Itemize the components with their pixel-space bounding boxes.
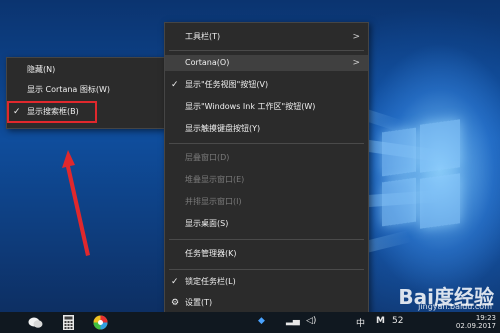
paint-app-icon[interactable] — [93, 315, 108, 330]
menu-item-cortana[interactable]: Cortana(O) > — [165, 55, 368, 71]
taskbar-clock[interactable]: 19:23 02.09.2017 — [456, 314, 496, 330]
input-method-indicator[interactable]: 中 — [356, 316, 365, 329]
gear-icon: ⚙ — [171, 298, 180, 308]
menu-item-label: 工具栏(T) — [185, 32, 221, 41]
menu-item-settings[interactable]: ⚙ 设置(T) — [165, 295, 368, 311]
calculator-icon[interactable] — [61, 315, 76, 330]
tray-m-icon[interactable]: M — [376, 316, 385, 326]
taskbar-context-menu: 工具栏(T) > Cortana(O) > ✓ 显示"任务视图"按钮(V) 显示… — [164, 22, 369, 315]
notification-count[interactable]: 52 — [392, 316, 403, 326]
menu-item-task-manager[interactable]: 任务管理器(K) — [165, 246, 368, 262]
menu-separator — [169, 143, 364, 144]
menu-item-label: 锁定任务栏(L) — [185, 277, 236, 286]
menu-item-label: Cortana(O) — [185, 58, 230, 67]
menu-item-label: 显示桌面(S) — [185, 219, 229, 228]
network-icon[interactable]: ▂▄ — [286, 316, 300, 326]
menu-item-label: 堆叠显示窗口(E) — [185, 175, 245, 184]
menu-separator — [169, 269, 364, 270]
menu-item-task-view-button[interactable]: ✓ 显示"任务视图"按钮(V) — [165, 77, 368, 93]
watermark-url: jingyan.baidu.com — [418, 302, 492, 311]
menu-item-windows-ink-button[interactable]: 显示"Windows Ink 工作区"按钮(W) — [165, 99, 368, 115]
shield-icon[interactable]: ◆ — [258, 316, 265, 326]
menu-item-label: 显示触摸键盘按钮(Y) — [185, 124, 261, 133]
menu-item-label: 显示"任务视图"按钮(V) — [185, 80, 269, 89]
menu-item-label: 显示"Windows Ink 工作区"按钮(W) — [185, 102, 316, 111]
menu-item-show-desktop[interactable]: 显示桌面(S) — [165, 216, 368, 232]
clock-date: 02.09.2017 — [455, 322, 496, 330]
taskbar: ◆ ▂▄ ◁) 中 M 52 19:23 02.09.2017 — [0, 312, 500, 333]
checkmark-icon: ✓ — [171, 80, 179, 90]
menu-item-cascade-windows: 层叠窗口(D) — [165, 150, 368, 166]
menu-item-side-by-side-windows: 并排显示窗口(I) — [165, 194, 368, 210]
menu-item-stack-windows: 堆叠显示窗口(E) — [165, 172, 368, 188]
chevron-right-icon: > — [352, 58, 360, 68]
menu-item-label: 层叠窗口(D) — [185, 153, 230, 162]
chevron-right-icon: > — [352, 32, 360, 42]
menu-item-label: 设置(T) — [185, 298, 213, 307]
menu-item-label: 任务管理器(K) — [185, 249, 237, 258]
menu-separator — [169, 50, 364, 51]
volume-icon[interactable]: ◁) — [306, 316, 316, 326]
menu-item-touch-keyboard-button[interactable]: 显示触摸键盘按钮(Y) — [165, 121, 368, 137]
menu-item-label: 并排显示窗口(I) — [185, 197, 242, 206]
menu-separator — [169, 239, 364, 240]
checkmark-icon: ✓ — [171, 277, 179, 287]
menu-item-toolbars[interactable]: 工具栏(T) > — [165, 29, 368, 45]
wechat-icon[interactable] — [28, 315, 43, 330]
clock-time: 19:23 — [475, 314, 496, 322]
menu-item-lock-taskbar[interactable]: ✓ 锁定任务栏(L) — [165, 274, 368, 290]
